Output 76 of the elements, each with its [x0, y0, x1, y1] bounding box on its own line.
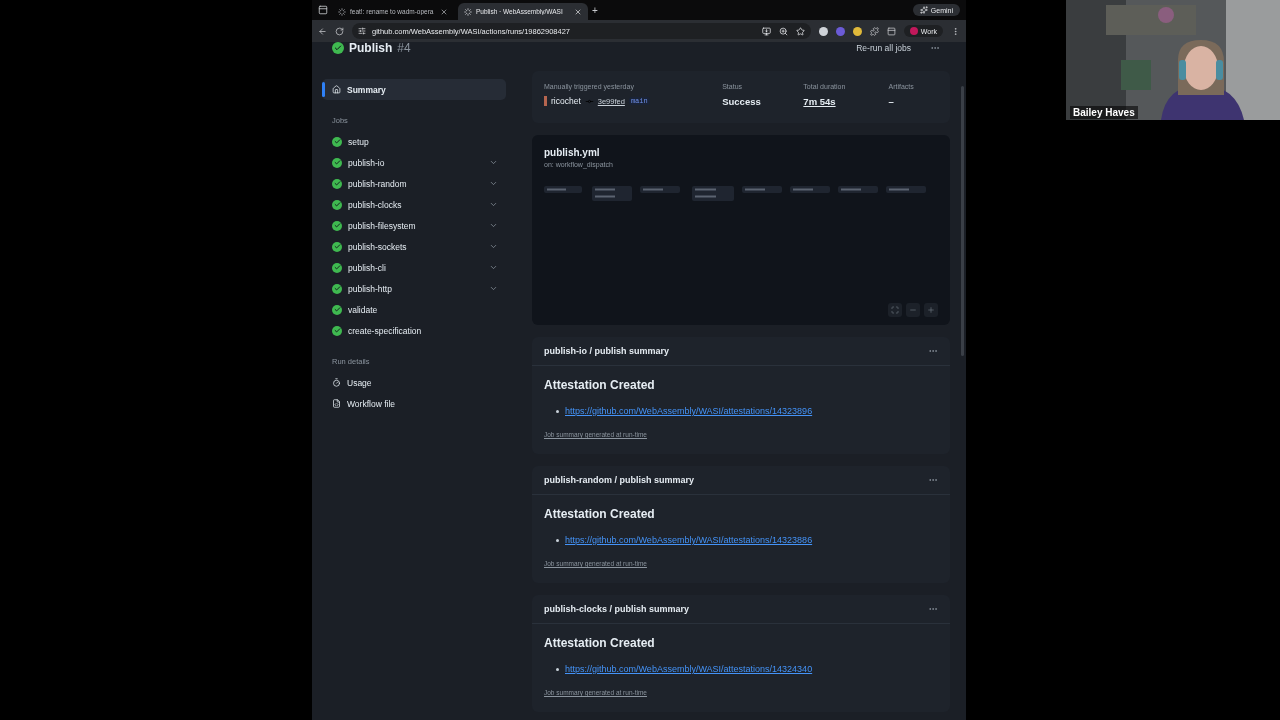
chevron-down-icon[interactable] — [489, 179, 498, 188]
close-icon[interactable] — [574, 7, 582, 16]
install-icon[interactable] — [761, 26, 771, 36]
minus-icon — [909, 306, 917, 314]
success-icon — [332, 304, 342, 315]
participant-name: Bailey Haves — [1070, 106, 1138, 119]
home-icon — [332, 85, 341, 94]
close-icon[interactable] — [440, 7, 448, 16]
chevron-down-icon[interactable] — [489, 284, 498, 293]
attestation-link[interactable]: https://github.com/WebAssembly/WASI/attestations/14323896 — [565, 406, 813, 416]
success-icon — [332, 262, 342, 273]
bullet-icon — [556, 538, 559, 542]
puzzle-icon[interactable] — [869, 26, 879, 36]
chevron-down-icon[interactable] — [489, 242, 498, 251]
job-item[interactable]: publish-http — [322, 278, 506, 299]
settings-icon — [358, 27, 366, 35]
success-icon — [332, 325, 342, 336]
job-summary-title: publish-clocks / publish summary — [544, 604, 690, 614]
loading-icon — [464, 7, 472, 16]
back-icon[interactable] — [318, 26, 327, 36]
rerun-button[interactable]: Re-run all jobs — [852, 42, 915, 55]
bullet-icon — [556, 409, 559, 413]
success-icon — [332, 220, 342, 231]
reload-icon[interactable] — [335, 26, 344, 36]
success-icon — [332, 241, 342, 252]
file-icon — [332, 399, 341, 408]
job-item[interactable]: setup — [322, 131, 506, 152]
job-item[interactable]: create-specification — [322, 320, 506, 341]
new-tab-button[interactable]: + — [592, 4, 598, 16]
scrollbar-thumb[interactable] — [960, 86, 964, 356]
chevron-down-icon[interactable] — [489, 263, 498, 272]
run-title: Publish — [349, 42, 393, 55]
avatar-icon — [544, 96, 547, 106]
chevron-down-icon[interactable] — [489, 158, 498, 167]
sidebar-item[interactable]: Summary — [322, 79, 506, 100]
zoom-icon[interactable] — [778, 26, 788, 36]
sidebar-item[interactable]: Usage — [322, 372, 506, 393]
timer-icon — [332, 378, 341, 387]
job-item[interactable]: publish-io — [322, 152, 506, 173]
sparkle-icon — [919, 6, 928, 14]
success-icon — [332, 178, 342, 189]
sidebar-item[interactable]: Workflow file — [322, 393, 506, 414]
job-summary-title: publish-random / publish summary — [544, 475, 695, 485]
loading-icon — [338, 7, 346, 16]
job-summary-title: publish-io / publish summary — [544, 346, 669, 356]
summary-heading: Attestation Created — [544, 636, 656, 650]
menu-icon[interactable] — [951, 26, 960, 36]
fullscreen-icon — [891, 306, 899, 314]
side-panel-icon[interactable] — [886, 26, 896, 36]
run-number: #4 — [397, 42, 411, 55]
tab-strip-icon[interactable] — [318, 5, 328, 15]
success-icon — [332, 136, 342, 147]
duration-link[interactable]: 7m 54s — [803, 96, 889, 107]
chevron-down-icon[interactable] — [489, 200, 498, 209]
job-item[interactable]: publish-sockets — [322, 236, 506, 257]
job-item[interactable]: publish-cli — [322, 257, 506, 278]
job-item[interactable]: publish-clocks — [322, 194, 506, 215]
job-item[interactable]: publish-random — [322, 173, 506, 194]
attestation-link[interactable]: https://github.com/WebAssembly/WASI/attestations/14324340 — [565, 664, 813, 674]
success-icon — [332, 283, 342, 294]
star-icon[interactable] — [795, 26, 805, 36]
plus-icon — [927, 306, 935, 314]
success-icon — [332, 157, 342, 168]
status-value: Success — [722, 96, 762, 107]
chevron-down-icon[interactable] — [489, 221, 498, 230]
success-icon — [332, 42, 344, 54]
summary-heading: Attestation Created — [544, 507, 656, 521]
artifacts-value: – — [888, 96, 895, 107]
success-icon — [332, 199, 342, 210]
attestation-link[interactable]: https://github.com/WebAssembly/WASI/attestations/14323886 — [565, 535, 813, 545]
summary-heading: Attestation Created — [544, 378, 656, 392]
job-item[interactable]: validate — [322, 299, 506, 320]
actor-link[interactable]: ricochet — [551, 96, 581, 106]
workflow-file-name: publish.yml — [544, 147, 601, 158]
job-item[interactable]: publish-filesystem — [322, 215, 506, 236]
bullet-icon — [556, 667, 559, 671]
